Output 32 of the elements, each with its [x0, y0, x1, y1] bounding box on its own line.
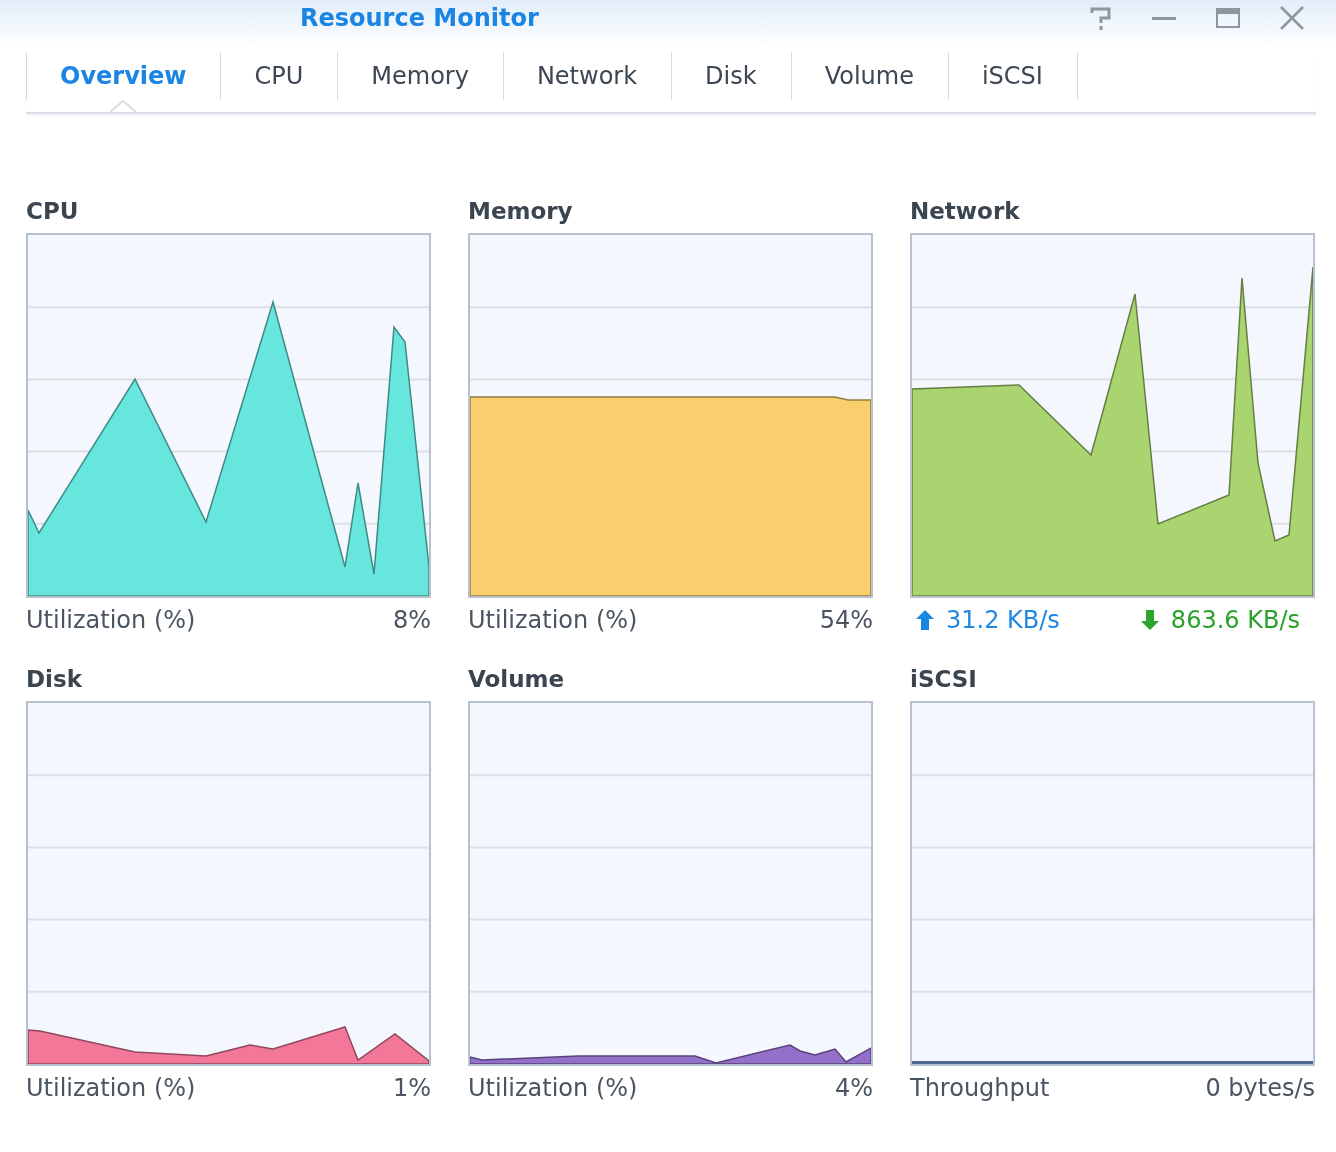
download-rate: 863.6 KB/s: [1170, 606, 1300, 634]
tab[interactable]: iSCSI: [947, 52, 1077, 112]
minimize-icon[interactable]: [1152, 16, 1176, 20]
tab[interactable]: CPU: [220, 52, 338, 112]
tab[interactable]: Memory: [337, 52, 503, 112]
window-title: Resource Monitor: [300, 3, 539, 34]
tab[interactable]: Network: [502, 52, 672, 112]
maximize-icon[interactable]: [1216, 8, 1240, 28]
metric-label: Utilization (%): [26, 1074, 196, 1102]
metric-value: 8%: [392, 606, 431, 634]
metric-value: 54%: [819, 606, 873, 634]
close-icon[interactable]: [1280, 6, 1304, 30]
tab[interactable]: Volume: [790, 52, 948, 112]
metric-value: 0 bytes/s: [1205, 1074, 1315, 1102]
panel-title: CPU: [26, 198, 79, 224]
panel-title: Volume: [468, 666, 565, 692]
metric-label: Utilization (%): [468, 606, 638, 634]
tab[interactable]: Disk: [671, 52, 791, 112]
panel-title: Disk: [26, 666, 82, 692]
tab[interactable]: Overview: [26, 52, 221, 112]
metric-label: Utilization (%): [468, 1074, 638, 1102]
metric-value: 1%: [392, 1074, 431, 1102]
panel-title: Network: [910, 198, 1020, 224]
panel-title: iSCSI: [910, 666, 977, 692]
up-arrow-icon: [916, 610, 934, 630]
metric-label: Utilization (%): [26, 606, 196, 634]
upload-rate: 31.2 KB/s: [946, 606, 1060, 634]
down-arrow-icon: [1140, 610, 1159, 630]
help-icon[interactable]: [1090, 6, 1112, 30]
metric-label: Throughput: [910, 1074, 1050, 1102]
panel-title: Memory: [468, 198, 573, 224]
metric-value: 4%: [834, 1074, 873, 1102]
